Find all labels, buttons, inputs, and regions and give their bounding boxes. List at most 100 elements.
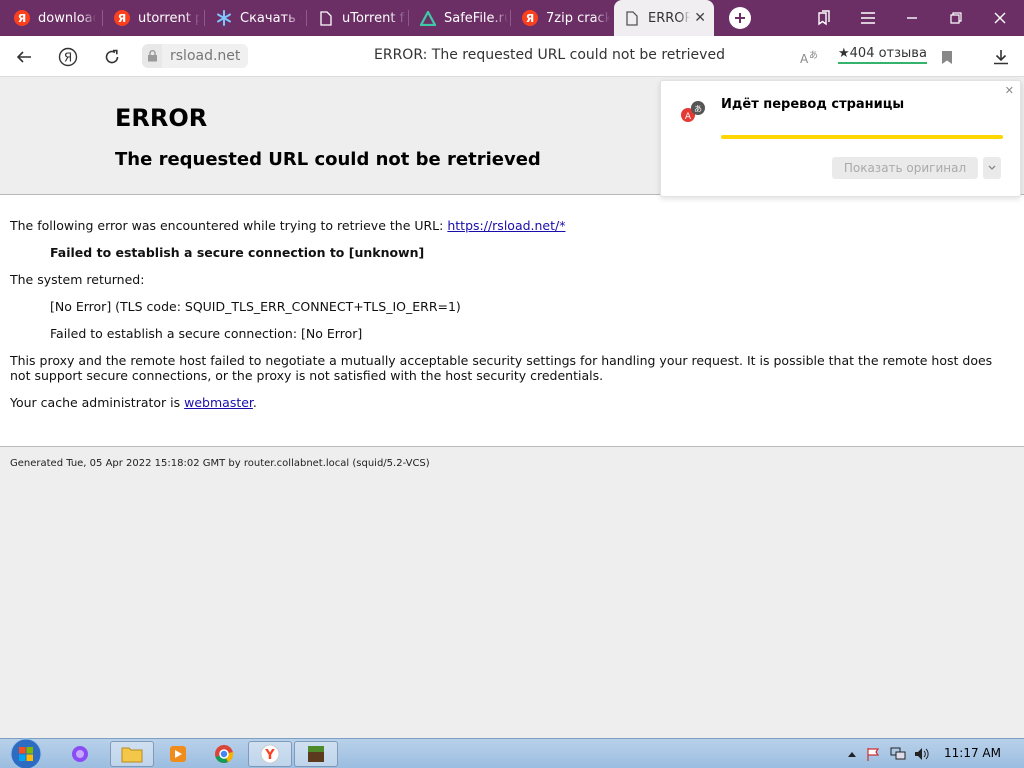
close-window-button[interactable] — [988, 6, 1012, 30]
start-button[interactable] — [6, 737, 46, 768]
close-tab-icon[interactable]: ✕ — [694, 10, 706, 26]
close-icon[interactable]: ✕ — [1005, 84, 1014, 97]
action-center-tray[interactable] — [866, 746, 882, 762]
chevron-up-icon — [848, 752, 856, 757]
error-title: ERROR — [115, 104, 208, 132]
generated-footer: Generated Tue, 05 Apr 2022 15:18:02 GMT … — [10, 458, 430, 469]
collections-icon — [818, 10, 830, 26]
yandex-home-button[interactable]: Я — [55, 44, 81, 70]
page-title: ERROR: The requested URL could not be re… — [374, 47, 725, 63]
error-subtitle: The requested URL could not be retrieved — [115, 149, 541, 170]
minimize-button[interactable] — [900, 6, 924, 30]
error-intro-line: The following error was encountered whil… — [10, 218, 565, 233]
safefile-icon — [420, 10, 436, 26]
requested-url-link[interactable]: https://rsload.net/* — [447, 218, 565, 233]
chevron-down-icon — [988, 165, 996, 170]
collections-button[interactable] — [812, 6, 836, 30]
snowflake-icon — [216, 10, 232, 26]
downloads-button[interactable] — [988, 44, 1014, 70]
tab-safefile[interactable]: SafeFile.ru — [410, 4, 508, 32]
minecraft-icon — [308, 746, 324, 762]
svg-text:A: A — [800, 52, 809, 66]
close-icon — [994, 12, 1006, 24]
volume-icon — [915, 748, 929, 760]
browser-toolbar: Я rsload.net ERROR: The requested URL co… — [0, 36, 1024, 77]
yandex-icon: Я — [14, 10, 30, 26]
failure-message: Failed to establish a secure connection … — [50, 245, 425, 260]
reload-icon — [105, 49, 119, 64]
lock-icon[interactable] — [142, 44, 162, 68]
translate-icon: Aあ — [800, 50, 818, 66]
windows-taskbar: Y 11:17 AM — [0, 738, 1024, 768]
minimize-icon — [907, 17, 917, 19]
network-tray[interactable] — [890, 746, 906, 762]
translate-options-dropdown[interactable] — [983, 157, 1001, 179]
document-icon — [624, 10, 640, 26]
error-content: The following error was encountered whil… — [0, 195, 1024, 447]
translation-progress-bar — [721, 135, 1003, 139]
taskbar-minecraft[interactable] — [294, 741, 338, 767]
media-player-icon — [170, 746, 186, 762]
chrome-icon — [215, 745, 234, 763]
domain-label[interactable]: rsload.net — [162, 44, 249, 68]
yandex-browser-icon: Y — [260, 744, 280, 764]
hamburger-icon — [861, 12, 875, 24]
svg-text:あ: あ — [694, 105, 702, 114]
bookmark-icon — [942, 50, 952, 64]
restore-button[interactable] — [944, 6, 968, 30]
back-arrow-icon — [16, 51, 31, 63]
address-bar[interactable]: rsload.net — [142, 43, 252, 69]
yandex-icon: Я — [114, 10, 130, 26]
taskbar-chrome[interactable] — [202, 741, 246, 767]
volume-tray[interactable] — [914, 746, 930, 762]
reviews-badge[interactable]: ★404 отзыва — [838, 46, 927, 64]
show-original-button[interactable]: Показать оригинал — [832, 157, 978, 179]
error-intro-text: The following error was encountered whil… — [10, 218, 444, 233]
yandex-icon: Я — [522, 10, 538, 26]
translate-popup: Aあ Идёт перевод страницы ✕ Показать ориг… — [660, 80, 1021, 197]
restore-icon — [950, 12, 962, 24]
system-returned-label: The system returned: — [10, 272, 145, 287]
svg-text:あ: あ — [809, 50, 818, 61]
taskbar-explorer[interactable] — [110, 741, 154, 767]
webmaster-link[interactable]: webmaster — [184, 395, 253, 410]
explanation-paragraph: This proxy and the remote host failed to… — [10, 353, 993, 383]
admin-text: Your cache administrator is — [10, 395, 181, 410]
taskbar-alice[interactable] — [58, 741, 102, 767]
plus-icon — [735, 13, 745, 23]
taskbar-clock[interactable]: 11:17 AM — [944, 746, 1001, 760]
explorer-icon — [121, 747, 143, 763]
taskbar-yandex-browser[interactable]: Y — [248, 741, 292, 767]
translate-button[interactable]: Aあ — [796, 44, 822, 70]
network-icon — [890, 747, 906, 760]
tab-utorrent[interactable]: Я utorrent p — [104, 4, 200, 32]
tab-skachat[interactable]: Скачать u — [206, 4, 302, 32]
translate-popup-icon: Aあ — [679, 99, 707, 125]
svg-text:Я: Я — [64, 51, 72, 65]
document-icon — [318, 10, 334, 26]
flag-icon — [867, 748, 880, 761]
tab-bar: Я download Я utorrent p Скачать u uTorre… — [0, 0, 1024, 36]
menu-button[interactable] — [856, 6, 880, 30]
svg-text:A: A — [685, 112, 692, 122]
download-icon — [994, 50, 1008, 65]
alice-icon — [72, 746, 88, 762]
taskbar-media-player[interactable] — [156, 741, 200, 767]
translate-popup-title: Идёт перевод страницы — [721, 97, 905, 112]
tab-download[interactable]: Я download — [4, 4, 96, 32]
tab-error-active[interactable]: ERROR ✕ — [614, 0, 714, 36]
tab-utorrent-f[interactable]: uTorrent f — [308, 4, 406, 32]
yandex-logo-icon: Я — [58, 47, 78, 67]
bookmark-button[interactable] — [934, 44, 960, 70]
back-button[interactable] — [11, 44, 37, 70]
new-tab-button[interactable] — [729, 7, 751, 29]
secure-connection-detail: Failed to establish a secure connection:… — [50, 326, 363, 341]
reload-button[interactable] — [99, 44, 125, 70]
tab-7zip[interactable]: Я 7zip crack — [512, 4, 610, 32]
windows-start-icon — [10, 738, 42, 768]
svg-text:Y: Y — [264, 748, 275, 763]
tls-error-detail: [No Error] (TLS code: SQUID_TLS_ERR_CONN… — [50, 299, 461, 314]
admin-end: . — [252, 395, 257, 410]
admin-line: Your cache administrator is webmaster. — [10, 395, 257, 410]
show-hidden-icons[interactable] — [844, 746, 860, 762]
